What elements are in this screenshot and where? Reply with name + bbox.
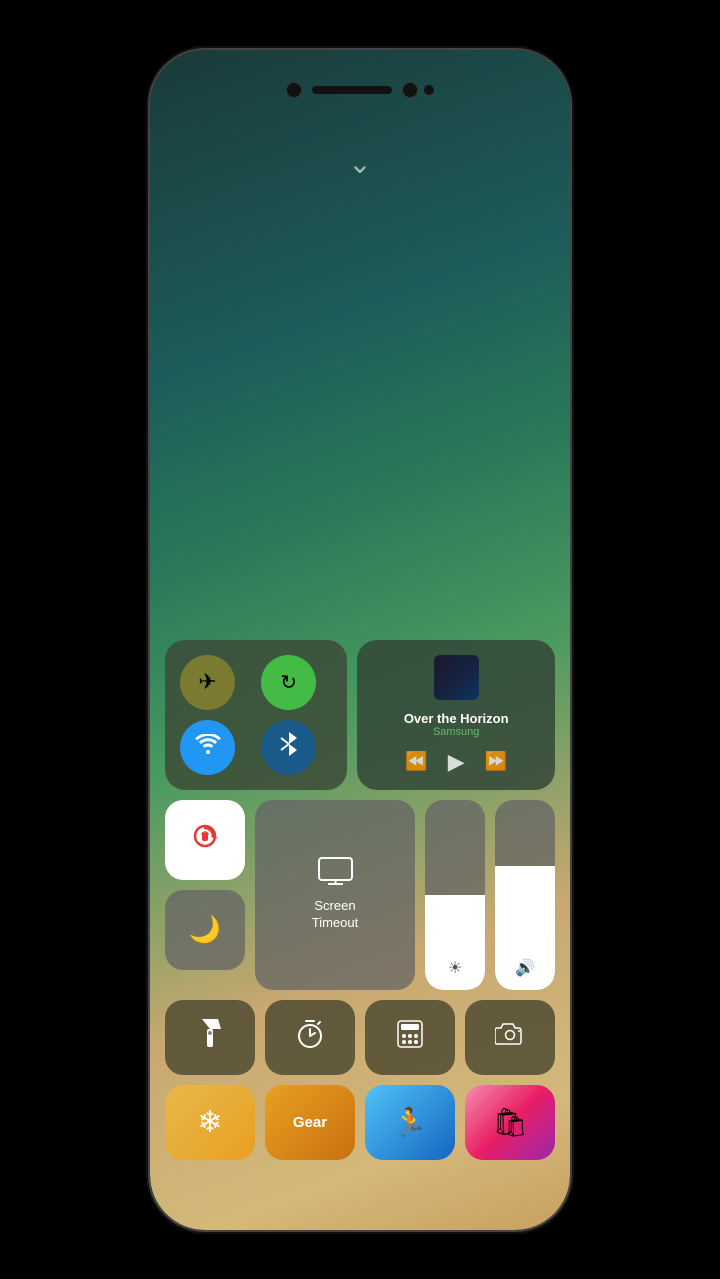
brightness-icon: ☀ [448, 958, 462, 978]
rotation-lock-button[interactable]: ↻ [261, 655, 316, 710]
snowflake-app-button[interactable]: ❄ [165, 1085, 255, 1160]
store-icon: 🛍 [492, 1106, 528, 1139]
screen-rotation-lock-button[interactable] [165, 800, 245, 880]
left-quick-btns: 🌙 [165, 800, 245, 990]
music-panel: Over the Horizon Samsung ⏪ ▶ ⏩ [357, 640, 555, 790]
camera-lens [402, 82, 418, 98]
front-camera [286, 82, 302, 98]
app-shortcuts-row [165, 1000, 555, 1075]
colored-apps-row: ❄ Gear 🏃 🛍 [165, 1085, 555, 1160]
sensor [424, 85, 434, 95]
prev-track-button[interactable]: ⏪ [405, 751, 427, 772]
bluetooth-button[interactable] [261, 720, 316, 775]
screen-timeout-icon [318, 857, 353, 892]
phone-screen: ⌄ ✈ ↻ [150, 50, 570, 1230]
gear-app-label: Gear [293, 1114, 327, 1131]
flashlight-button[interactable] [165, 1000, 255, 1075]
volume-icon: 🔊 [515, 958, 535, 978]
lock-rotation-icon [189, 820, 221, 859]
music-artist: Samsung [404, 726, 509, 738]
middle-section: 🌙 ScreenTimeout [165, 800, 555, 990]
control-center: ✈ ↻ [165, 640, 555, 1170]
moon-icon: 🌙 [189, 914, 221, 945]
speaker [312, 86, 392, 94]
figure-app-button[interactable]: 🏃 [365, 1085, 455, 1160]
timer-button[interactable] [265, 1000, 355, 1075]
gear-app-button[interactable]: Gear [265, 1085, 355, 1160]
screen-timeout-button[interactable]: ScreenTimeout [255, 800, 415, 990]
camera-icon [495, 1022, 525, 1053]
calculator-button[interactable] [365, 1000, 455, 1075]
timer-icon [296, 1019, 324, 1056]
screen-timeout-label: ScreenTimeout [312, 898, 358, 932]
music-controls: ⏪ ▶ ⏩ [405, 749, 507, 775]
flashlight-icon [199, 1019, 221, 1056]
play-button[interactable]: ▶ [448, 749, 465, 775]
do-not-disturb-button[interactable]: 🌙 [165, 890, 245, 970]
phone-frame: ⌄ ✈ ↻ [150, 50, 570, 1230]
snowflake-icon: ❄ [197, 1105, 222, 1140]
bluetooth-icon [280, 731, 298, 763]
airplane-mode-button[interactable]: ✈ [180, 655, 235, 710]
store-app-button[interactable]: 🛍 [465, 1085, 555, 1160]
wifi-button[interactable] [180, 720, 235, 775]
next-track-button[interactable]: ⏩ [485, 751, 507, 772]
rotation-icon: ↻ [280, 670, 297, 695]
wifi-icon [195, 734, 221, 760]
top-row: ✈ ↻ [165, 640, 555, 790]
music-title: Over the Horizon [404, 711, 509, 726]
chevron-down-icon[interactable]: ⌄ [348, 150, 371, 178]
volume-slider[interactable]: 🔊 [495, 800, 555, 990]
calculator-icon [397, 1020, 423, 1055]
brightness-slider[interactable]: ☀ [425, 800, 485, 990]
figure-icon: 🏃 [393, 1106, 428, 1139]
airplane-icon: ✈ [198, 669, 216, 695]
top-bar [150, 50, 570, 130]
connectivity-panel: ✈ ↻ [165, 640, 347, 790]
camera-button[interactable] [465, 1000, 555, 1075]
album-art [434, 655, 479, 700]
